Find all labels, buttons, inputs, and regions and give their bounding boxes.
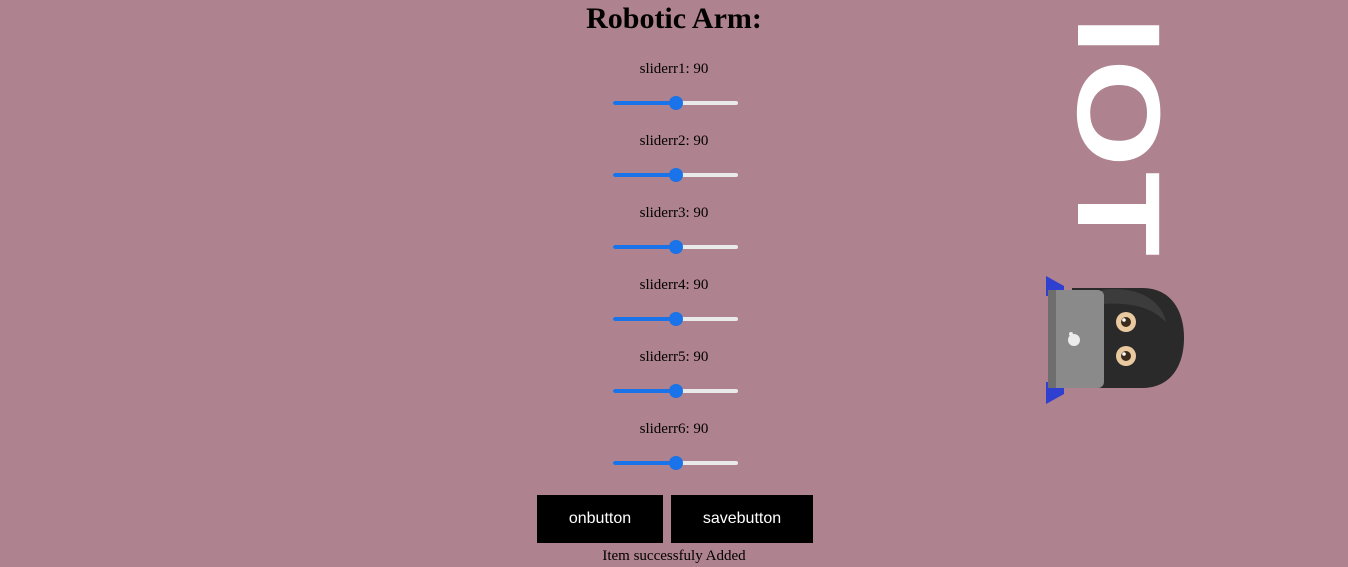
slider-6[interactable]: [613, 456, 738, 470]
status-message: Item successfuly Added: [602, 548, 746, 564]
slider-thumb[interactable]: [668, 168, 683, 182]
slider-1[interactable]: [613, 96, 738, 110]
slider-fill: [613, 101, 676, 105]
slider-thumb[interactable]: [668, 240, 683, 254]
slider-fill: [613, 461, 676, 465]
slider-thumb[interactable]: [668, 456, 683, 470]
slider-fill: [613, 173, 676, 177]
slider-2[interactable]: [613, 168, 738, 182]
slider-5[interactable]: [613, 384, 738, 398]
slider-thumb[interactable]: [668, 312, 683, 326]
mascot-illustration: [1042, 272, 1190, 407]
slider-4[interactable]: [613, 312, 738, 326]
slider-thumb[interactable]: [668, 384, 683, 398]
slider-group-6: sliderr6: 90: [0, 420, 1348, 438]
slider-fill: [613, 389, 676, 393]
iot-logo-text: IOT: [1070, 16, 1175, 261]
on-button[interactable]: onbutton: [537, 495, 663, 543]
laptop-logo-icon: [1068, 334, 1080, 346]
slider-fill: [613, 317, 676, 321]
slider-thumb[interactable]: [668, 96, 683, 110]
save-button[interactable]: savebutton: [671, 495, 813, 543]
iot-logo: IOT: [1052, 12, 1184, 262]
slider-label-6: sliderr6: 90: [639, 421, 709, 437]
slider-fill: [613, 245, 676, 249]
slider-3[interactable]: [613, 240, 738, 254]
